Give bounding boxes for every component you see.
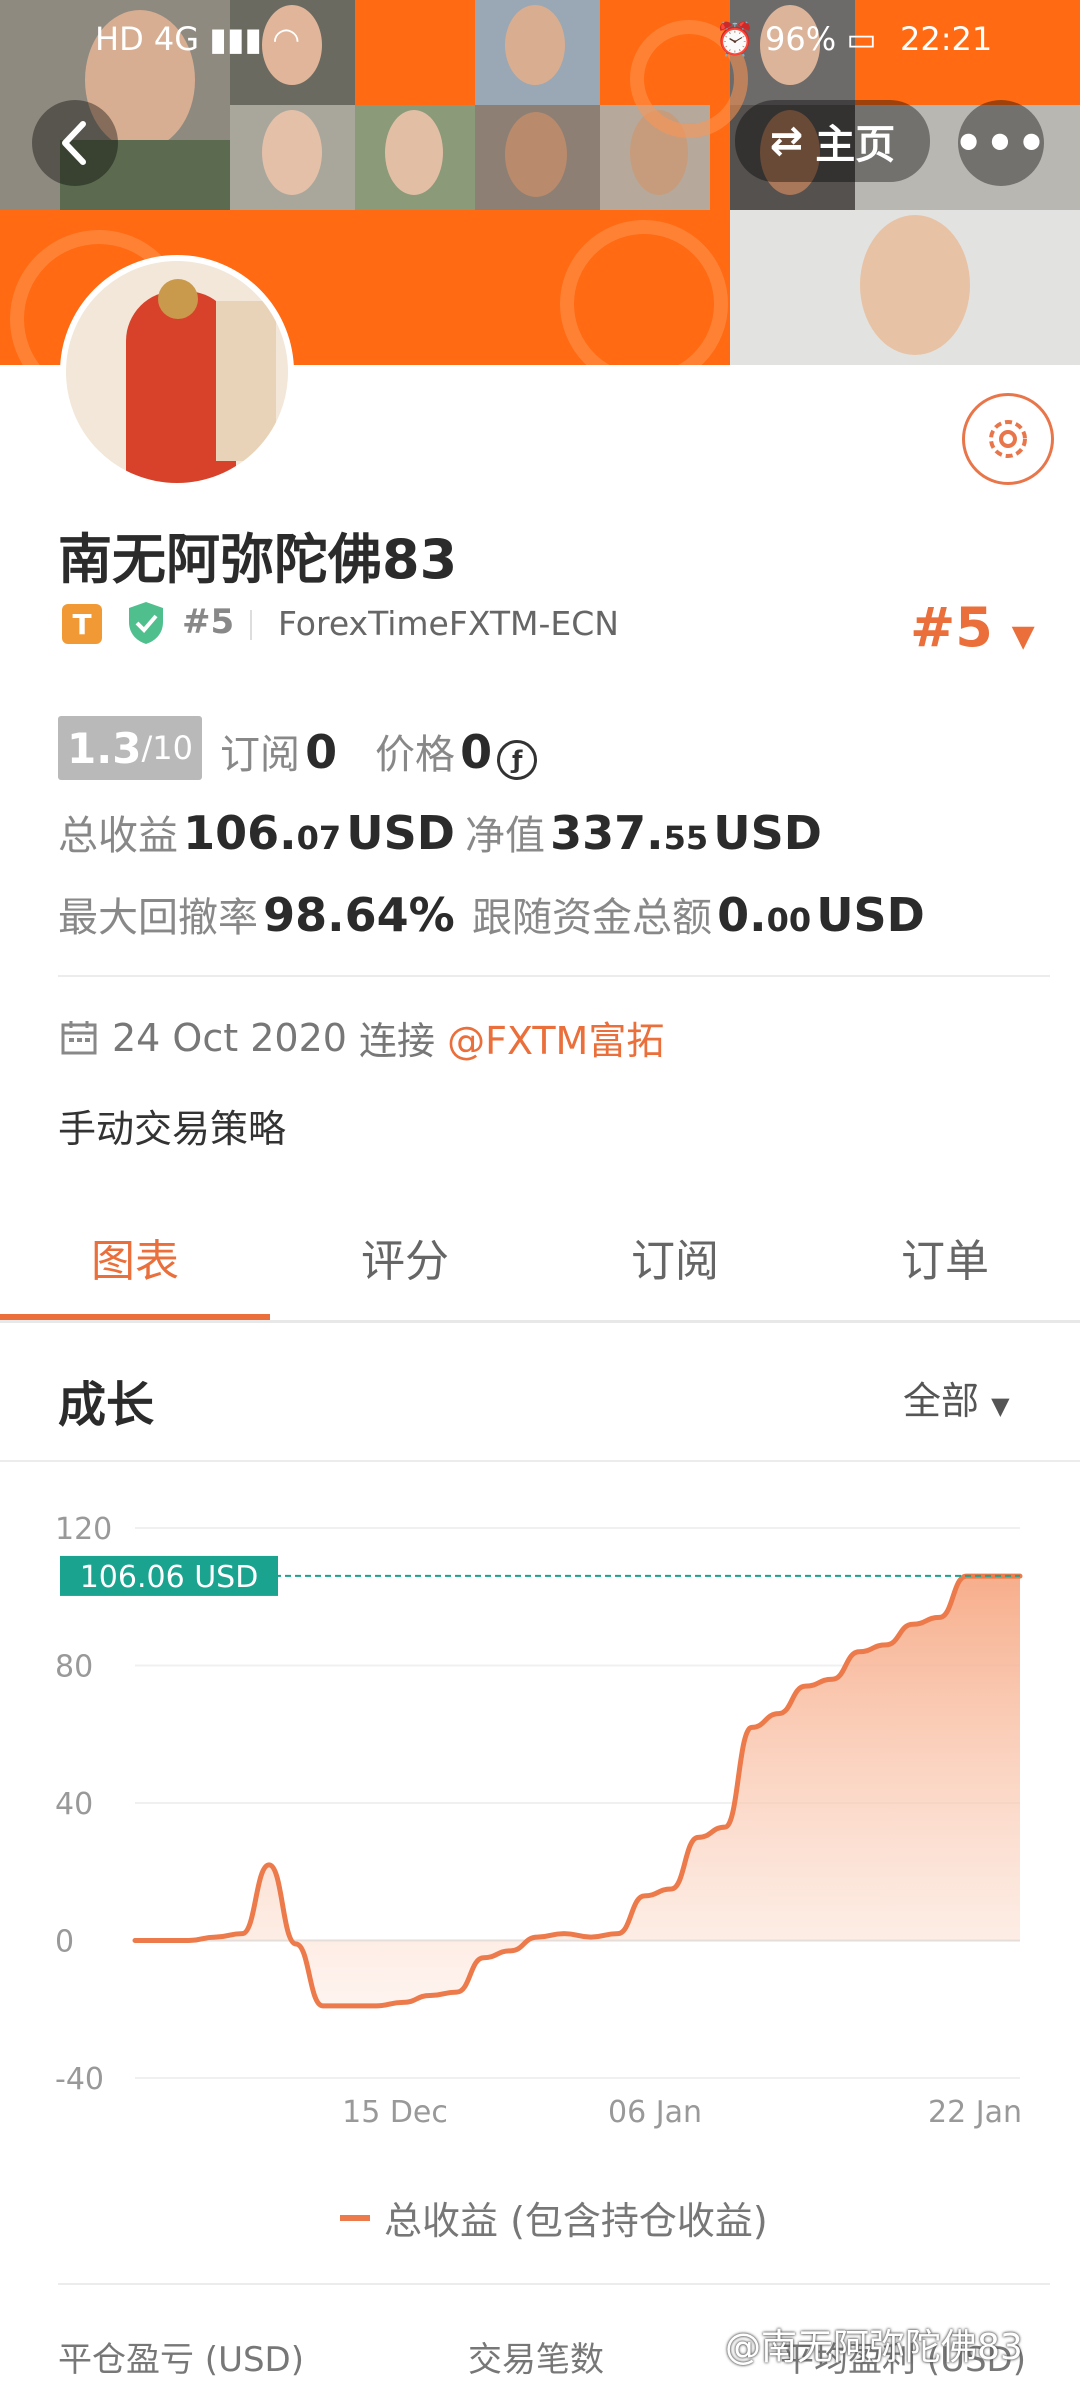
back-button[interactable] xyxy=(32,100,118,186)
section-divider xyxy=(58,975,1050,977)
broker-name: ForexTimeFXTM-ECN xyxy=(278,604,619,643)
caret-down-icon: ▼ xyxy=(991,1392,1010,1420)
legend-swatch xyxy=(340,2214,370,2221)
closed-pnl-header: 平仓盈亏 (USD) xyxy=(58,2340,304,2380)
verified-shield-icon xyxy=(129,602,163,644)
connection-date: 24 Oct 2020 xyxy=(112,1015,347,1060)
equity-stat: 净值 337.55 USD xyxy=(465,806,822,860)
broker-link[interactable]: @FXTM富拓 xyxy=(447,1010,664,1065)
coin-icon: ƒ xyxy=(497,740,538,780)
x-tick-label: 15 Dec xyxy=(342,2095,448,2130)
caret-down-icon: ▼ xyxy=(1011,619,1035,654)
tab-rating[interactable]: 评分 xyxy=(270,1225,540,1289)
range-filter-dropdown[interactable]: 全部 ▼ xyxy=(903,1370,1010,1425)
y-tick-label: 120 xyxy=(55,1512,112,1547)
tabs-divider xyxy=(0,1320,1080,1323)
footer-divider xyxy=(58,2283,1050,2285)
trade-count-header: 交易笔数 xyxy=(468,2340,604,2380)
chart-legend: 总收益 (包含持仓收益) xyxy=(340,2190,768,2245)
rank-dropdown[interactable]: #5 ▼ xyxy=(910,596,1035,659)
current-value-label: 106.06 USD xyxy=(80,1560,259,1595)
rank-label: #5 xyxy=(182,602,235,642)
network-indicator: HD 4G ▮▮▮ ◠ xyxy=(95,20,301,58)
avatar[interactable] xyxy=(60,255,294,489)
tier-badge: T xyxy=(62,604,102,644)
max-drawdown-stat: 最大回撤率 98.64% xyxy=(58,888,455,942)
y-tick-label: 40 xyxy=(55,1787,93,1822)
profile-name: 南无阿弥陀佛83 xyxy=(58,528,458,591)
tab-orders[interactable]: 订单 xyxy=(810,1225,1080,1289)
rating-score: 1.3/10 xyxy=(58,716,202,780)
price-stat: 价格 0 ƒ xyxy=(375,722,538,780)
connection-row: 24 Oct 2020 连接 @FXTM富拓 xyxy=(60,1010,664,1065)
swap-icon: ⇄ xyxy=(769,118,804,164)
total-profit-stat: 总收益 106.07 USD xyxy=(58,806,455,860)
home-button[interactable]: ⇄ 主页 xyxy=(735,100,930,182)
calendar-icon xyxy=(61,1020,97,1054)
subscriptions-stat: 订阅 0 xyxy=(220,725,338,779)
rank-big-label: #5 xyxy=(910,596,993,659)
more-button[interactable]: ••• xyxy=(954,100,1046,186)
connection-label: 连接 xyxy=(359,1019,436,1063)
meta-divider xyxy=(250,610,252,640)
range-filter-label: 全部 xyxy=(903,1379,980,1423)
x-tick-label: 22 Jan xyxy=(928,2095,1022,2130)
gear-icon xyxy=(989,420,1027,458)
back-icon xyxy=(62,121,86,165)
battery-indicator: ⏰ 96% ▭ xyxy=(715,20,877,58)
watermark: @南无阿弥陀佛83 xyxy=(725,2327,1023,2368)
more-icon: ••• xyxy=(953,116,1049,170)
y-tick-label: -40 xyxy=(55,2062,104,2097)
chart-top-divider xyxy=(0,1460,1080,1462)
tab-subscriptions[interactable]: 订阅 xyxy=(540,1225,810,1289)
y-tick-label: 0 xyxy=(55,1925,74,1960)
clock: 22:21 xyxy=(900,20,993,58)
follow-funds-stat: 跟随资金总额 0.00 USD xyxy=(472,888,925,942)
settings-button[interactable] xyxy=(962,393,1054,485)
tab-chart[interactable]: 图表 xyxy=(0,1225,270,1289)
growth-chart[interactable]: 120 80 40 0 -40 15 Dec 06 Jan 22 Jan 106.06 USD xyxy=(0,1470,1080,2130)
y-tick-label: 80 xyxy=(55,1650,93,1685)
home-label: 主页 xyxy=(815,122,896,168)
section-title: 成长 xyxy=(58,1377,155,1433)
x-tick-label: 06 Jan xyxy=(608,2095,702,2130)
legend-label: 总收益 (包含持仓收益) xyxy=(384,2199,768,2243)
strategy-description: 手动交易策略 xyxy=(58,1107,287,1151)
